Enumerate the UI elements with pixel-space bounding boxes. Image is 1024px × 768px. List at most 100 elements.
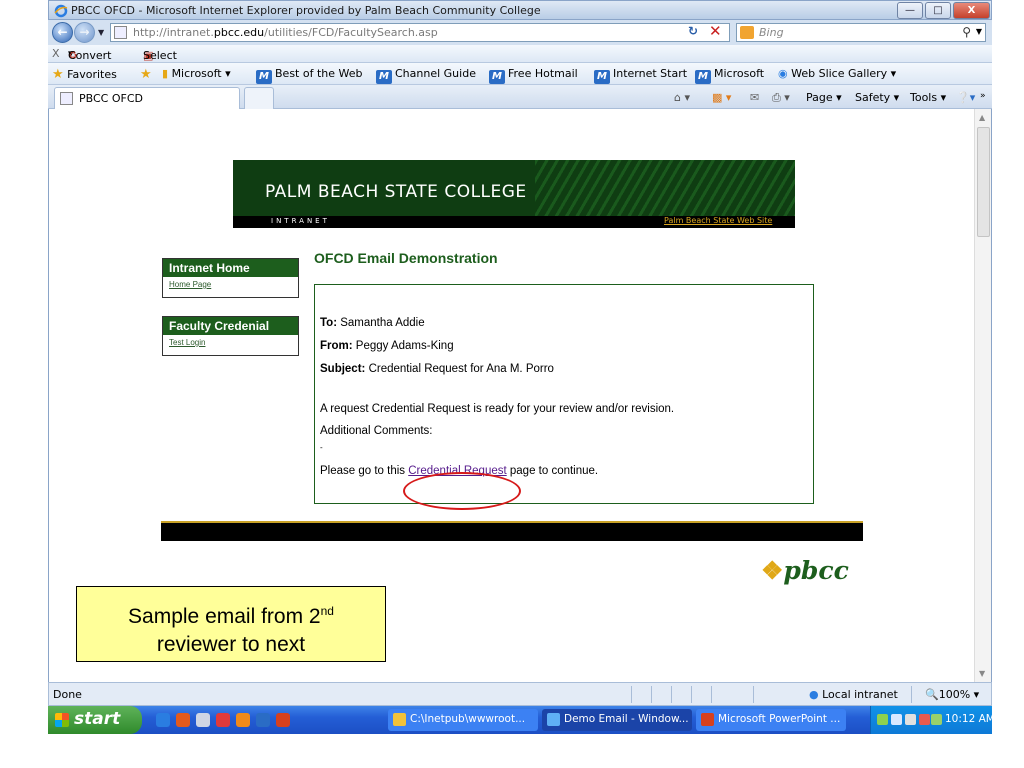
maximize-button[interactable]: □ (925, 2, 951, 19)
security-icon[interactable] (919, 714, 930, 725)
internet-explorer-icon (547, 713, 560, 726)
college-banner: PALM BEACH STATE COLLEGE INTRANET Palm B… (233, 160, 795, 228)
comments-value: - (320, 443, 323, 452)
annotation-superscript: nd (320, 604, 334, 618)
new-tab-button[interactable] (244, 87, 274, 109)
feeds-icon[interactable]: ▩ ▾ (712, 91, 731, 104)
url-path: /utilities/FCD/FacultySearch.asp (264, 26, 438, 39)
security-zone[interactable]: ● Local intranet (809, 688, 898, 701)
minimize-button[interactable]: — (897, 2, 923, 19)
page-icon (60, 92, 73, 105)
favorites-button[interactable]: ★ Favorites (52, 67, 117, 82)
vertical-scrollbar[interactable]: ▲ ▼ (974, 109, 991, 682)
toolbar-close-button[interactable]: X (52, 47, 60, 60)
window-title: PBCC OFCD - Microsoft Internet Explorer … (71, 4, 541, 17)
intranet-zone-icon: ● (809, 688, 819, 701)
msn-icon: M (695, 70, 711, 84)
refresh-icon[interactable]: ↻ (688, 24, 698, 38)
windows-flag-icon (55, 713, 69, 727)
favorite-channel-guide[interactable]: M Channel Guide (376, 67, 476, 84)
annotation-callout: Sample email from 2nd reviewer to next (76, 586, 386, 662)
web-slice-icon: ◉ (778, 67, 788, 80)
highlight-oval (403, 472, 521, 510)
folder-icon: ▮ (162, 67, 169, 80)
test-login-link[interactable]: Test Login (163, 335, 298, 352)
scroll-thumb[interactable] (977, 127, 990, 237)
help-icon[interactable]: ❔▾ (956, 91, 975, 104)
scroll-up-icon[interactable]: ▲ (979, 113, 985, 122)
task-powerpoint[interactable]: Microsoft PowerPoint ... (696, 709, 846, 731)
page-title: OFCD Email Demonstration (314, 250, 498, 266)
favorite-free-hotmail[interactable]: M Free Hotmail (489, 67, 578, 84)
favorite-microsoft[interactable]: ▮ Microsoft ▾ (162, 67, 231, 80)
page-menu[interactable]: Page ▾ (806, 91, 842, 104)
email-to: To: Samantha Addie (320, 317, 425, 329)
zoom-level[interactable]: 🔍100% ▾ (925, 688, 979, 701)
add-favorite-icon[interactable]: ★ (140, 67, 152, 82)
quick-launch-app-icon[interactable] (216, 713, 230, 727)
email-preview-box: To: Samantha Addie From: Peggy Adams-Kin… (314, 284, 814, 510)
task-explorer[interactable]: C:\Inetpub\wwwroot... (388, 709, 538, 731)
sidebar-box-faculty-credenial: Faculty Credenial Test Login (162, 316, 299, 356)
quick-launch-desktop-icon[interactable] (196, 713, 210, 727)
favorite-internet-start[interactable]: M Internet Start (594, 67, 687, 84)
network-icon[interactable] (891, 714, 902, 725)
powerpoint-icon (701, 713, 714, 726)
search-input[interactable]: Bing ⚲ ▼ (736, 23, 986, 42)
signal-icon[interactable] (877, 714, 888, 725)
convert-toolbar: X ♻ Convert ▾ ▣ Select (48, 45, 992, 63)
start-button[interactable]: start (48, 706, 142, 734)
email-body: A request Credential Request is ready fo… (320, 403, 675, 415)
home-page-link[interactable]: Home Page (163, 277, 298, 294)
palm-beach-state-site-link[interactable]: Palm Beach State Web Site (664, 216, 772, 225)
volume-icon[interactable] (905, 714, 916, 725)
quick-launch-app2-icon[interactable] (236, 713, 250, 727)
stop-icon[interactable]: ✕ (709, 22, 722, 40)
quick-launch-powerpoint-icon[interactable] (276, 713, 290, 727)
status-bar: Done ● Local intranet 🔍100% ▾ (48, 682, 992, 706)
mail-icon[interactable]: ✉ (750, 91, 759, 104)
quick-launch-app3-icon[interactable] (256, 713, 270, 727)
annotation-line1: Sample email from 2 (128, 605, 321, 628)
close-button[interactable]: X (953, 2, 990, 19)
home-icon[interactable]: ⌂ ▾ (674, 91, 690, 104)
favorite-best-of-the-web[interactable]: M Best of the Web (256, 67, 362, 84)
windows-taskbar: start C:\Inetpub\wwwroot... Demo Email -… (48, 706, 995, 734)
search-placeholder: Bing (759, 26, 784, 39)
status-text: Done (53, 688, 82, 701)
scroll-down-icon[interactable]: ▼ (979, 669, 985, 678)
safety-menu[interactable]: Safety ▾ (855, 91, 899, 104)
tab-pbcc-ofcd[interactable]: PBCC OFCD (54, 87, 240, 109)
window-titlebar: PBCC OFCD - Microsoft Internet Explorer … (48, 0, 992, 20)
system-tray: 10:12 AM (870, 706, 995, 734)
internet-explorer-icon (54, 4, 68, 18)
url-host: pbcc.edu (213, 26, 265, 39)
favorite-microsoft-2[interactable]: M Microsoft (695, 67, 764, 84)
quick-launch-ie-icon[interactable] (156, 713, 170, 727)
search-icon[interactable]: ⚲ (962, 25, 971, 39)
footer-bar (161, 521, 863, 541)
update-icon[interactable] (931, 714, 942, 725)
tab-label: PBCC OFCD (79, 92, 143, 105)
swoosh-icon: ❖ (761, 556, 784, 585)
forward-button[interactable]: → (74, 22, 95, 43)
address-bar: ← → ▼ http://intranet.pbcc.edu/utilities… (48, 20, 992, 45)
web-slice-gallery[interactable]: ◉ Web Slice Gallery ▾ (778, 67, 896, 80)
tools-menu[interactable]: Tools ▾ (910, 91, 946, 104)
college-name: PALM BEACH STATE COLLEGE (265, 182, 527, 202)
quick-launch-firefox-icon[interactable] (176, 713, 190, 727)
print-icon[interactable]: ⎙ ▾ (772, 91, 790, 105)
recent-pages-dropdown-icon[interactable]: ▼ (98, 28, 104, 37)
toolbar-overflow-icon[interactable]: » (980, 91, 986, 101)
back-button[interactable]: ← (52, 22, 73, 43)
url-input[interactable]: http://intranet.pbcc.edu/utilities/FCD/F… (110, 23, 730, 42)
tab-bar: PBCC OFCD ⌂ ▾ ▩ ▾ ✉ ⎙ ▾ Page ▾ Safety ▾ … (48, 85, 992, 109)
convert-button[interactable]: ♻ Convert ▾ (68, 47, 112, 62)
sidebar-heading: Intranet Home (163, 259, 298, 277)
star-icon: ★ (52, 67, 64, 82)
search-dropdown-icon[interactable]: ▼ (976, 27, 982, 36)
msn-icon: M (594, 70, 610, 84)
task-demo-email[interactable]: Demo Email - Window... (542, 709, 692, 731)
intranet-label: INTRANET (271, 217, 330, 225)
email-from: From: Peggy Adams-King (320, 340, 454, 352)
